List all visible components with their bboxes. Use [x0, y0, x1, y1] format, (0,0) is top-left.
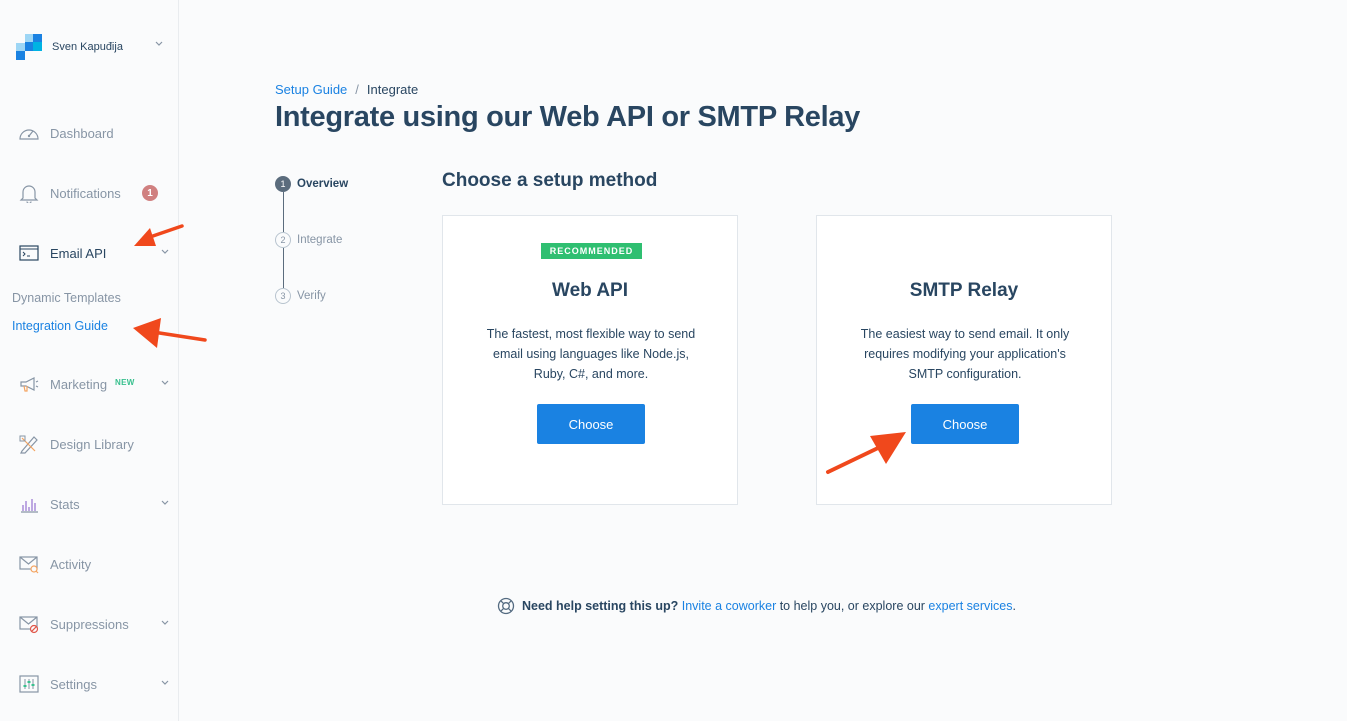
annotation-arrow [134, 224, 184, 246]
card-description: The easiest way to send email. It only r… [845, 324, 1085, 384]
sidebar-item-marketing[interactable]: Marketing NEW [0, 364, 179, 404]
help-end-text: . [1012, 599, 1016, 613]
step-label: Integrate [297, 234, 343, 246]
page-title: Integrate using our Web API or SMTP Rela… [275, 101, 860, 133]
dashboard-gauge-icon [19, 129, 39, 140]
card-description: The fastest, most flexible way to send e… [471, 324, 711, 384]
sidebar-item-label: Design Library [50, 436, 134, 452]
sidebar-item-label: Activity [50, 556, 92, 572]
life-ring-icon [497, 597, 515, 615]
chevron-down-icon[interactable] [155, 41, 163, 47]
annotation-arrow [826, 432, 906, 474]
step-label: Verify [297, 290, 326, 302]
card-description-line: The fastest, most flexible way to send [486, 327, 696, 341]
help-middle-text: to help you, or explore our [776, 599, 929, 613]
expert-services-link[interactable]: expert services [928, 599, 1012, 613]
recommended-badge: RECOMMENDED [541, 243, 642, 259]
sidebar-item-label: Marketing [50, 376, 108, 392]
sidebar-item-activity[interactable]: Activity [0, 544, 179, 584]
chevron-down-icon [161, 680, 169, 685]
notification-count-badge: 1 [142, 185, 158, 201]
sendgrid-logo [16, 34, 42, 60]
bar-chart-icon [21, 499, 38, 513]
card-title: Web API [551, 280, 628, 301]
breadcrumb: Setup Guide / Integrate [275, 82, 418, 97]
sidebar-item-settings[interactable]: Settings [0, 664, 179, 704]
account-switcher[interactable]: Sven Kapuđija [16, 33, 171, 61]
sidebar-item-label: Stats [50, 496, 80, 512]
bell-icon [19, 185, 39, 203]
breadcrumb-separator: / [355, 82, 359, 97]
sidebar-item-design-library[interactable]: Design Library [0, 424, 179, 464]
terminal-icon [19, 245, 39, 261]
step-number: 2 [275, 232, 291, 248]
step-verify: 3 Verify [275, 288, 326, 304]
annotation-arrow [133, 318, 207, 348]
help-question: Need help setting this up? [522, 599, 679, 613]
choose-smtp-relay-button[interactable]: Choose [911, 404, 1019, 444]
sidebar-item-label: Settings [50, 676, 97, 692]
breadcrumb-setup-guide-link[interactable]: Setup Guide [275, 82, 347, 97]
chevron-down-icon [161, 380, 169, 385]
card-title: SMTP Relay [909, 280, 1019, 301]
choose-web-api-button[interactable]: Choose [537, 404, 645, 444]
invite-coworker-link[interactable]: Invite a coworker [682, 599, 776, 613]
account-name: Sven Kapuđija [52, 41, 123, 53]
step-label: Overview [297, 178, 349, 190]
step-number: 1 [275, 176, 291, 192]
card-description-line: requires modifying your application's [864, 347, 1066, 361]
sidebar-item-label: Dashboard [50, 125, 114, 141]
sidebar-item-stats[interactable]: Stats [0, 484, 179, 524]
web-api-card: RECOMMENDED Web API The fastest, most fl… [442, 215, 738, 505]
stepper-connector [283, 192, 284, 232]
chevron-down-icon [161, 500, 169, 505]
sidebar: Sven Kapuđija Dashboard Notifications 1 … [0, 0, 179, 721]
stepper-connector [283, 248, 284, 288]
card-description-line: The easiest way to send email. It only [860, 327, 1070, 341]
sliders-icon [19, 675, 39, 693]
breadcrumb-current: Integrate [366, 82, 419, 97]
mail-blocked-icon [19, 616, 39, 634]
sidebar-subitem-dynamic-templates[interactable]: Dynamic Templates [12, 291, 121, 305]
card-description-line: Ruby, C#, and more. [533, 367, 649, 381]
sidebar-item-label: Email API [50, 245, 107, 261]
sidebar-item-label: Notifications [50, 185, 121, 201]
sidebar-item-suppressions[interactable]: Suppressions [0, 604, 179, 644]
new-tag: NEW [115, 378, 135, 387]
step-number: 3 [275, 288, 291, 304]
mail-search-icon [19, 556, 39, 574]
sidebar-item-label: Suppressions [50, 616, 129, 632]
chevron-down-icon [161, 620, 169, 625]
sidebar-item-dashboard[interactable]: Dashboard [0, 113, 179, 153]
card-description-line: email using languages like Node.js, [493, 347, 689, 361]
sidebar-item-notifications[interactable]: Notifications 1 [0, 173, 179, 213]
sidebar-subitem-integration-guide[interactable]: Integration Guide [12, 319, 108, 333]
step-overview: 1 Overview [275, 176, 348, 192]
card-description-line: SMTP configuration. [908, 367, 1022, 381]
step-integrate: 2 Integrate [275, 232, 342, 248]
section-title: Choose a setup method [442, 170, 658, 191]
help-text: Need help setting this up? Invite a cowo… [497, 597, 1016, 615]
megaphone-icon [20, 377, 39, 392]
design-tools-icon [19, 435, 38, 454]
